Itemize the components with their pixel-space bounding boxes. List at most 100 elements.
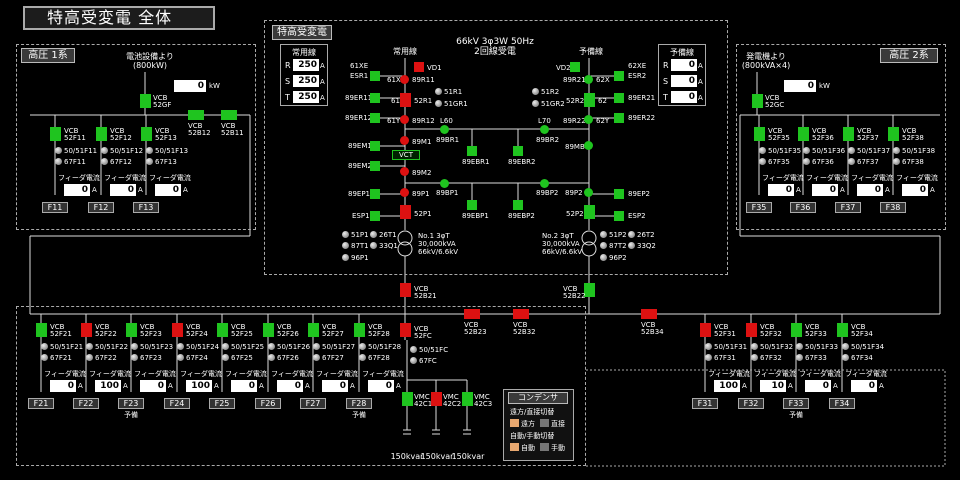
page-title: 特高受変電 全体 (23, 6, 215, 30)
vcb-52f22[interactable] (81, 323, 92, 337)
89er11-switch[interactable] (370, 93, 380, 103)
feeder-button-f34[interactable]: F34 (829, 398, 855, 409)
vcb-52f12[interactable] (96, 127, 107, 141)
feeder-button-f36[interactable]: F36 (790, 202, 816, 213)
89m2-switch[interactable] (400, 167, 409, 176)
vcb-52b21[interactable] (400, 283, 411, 297)
vmc-42c2[interactable] (431, 392, 442, 406)
vcb-52f26[interactable] (263, 323, 274, 337)
feeder-button-f27[interactable]: F27 (300, 398, 326, 409)
vcb-52f28[interactable] (354, 323, 365, 337)
89er22-switch[interactable] (614, 113, 624, 123)
vcb-label-52f12: 52F12 (110, 134, 132, 142)
vcb-52b32[interactable] (513, 309, 529, 319)
89em2-switch[interactable] (370, 161, 380, 171)
89ep1-switch[interactable] (370, 189, 380, 199)
vcb-52f25[interactable] (217, 323, 228, 337)
vcb-52fc[interactable] (400, 323, 411, 337)
89mb-switch[interactable] (584, 141, 593, 150)
89r11-switch[interactable] (400, 75, 409, 84)
vcb-52f34[interactable] (837, 323, 848, 337)
89p1-switch[interactable] (400, 188, 409, 197)
feeder-button-f33[interactable]: F33 (783, 398, 809, 409)
vcb-52f13[interactable] (141, 127, 152, 141)
manual-button[interactable] (540, 443, 549, 451)
89br1-switch[interactable] (440, 125, 449, 134)
vcb-52f36[interactable] (798, 127, 809, 141)
feeder-button-f32[interactable]: F32 (738, 398, 764, 409)
vcb-52f38[interactable] (888, 127, 899, 141)
vcb-52b34[interactable] (641, 309, 657, 319)
feeder-button-f21[interactable]: F21 (28, 398, 54, 409)
feeder-button-f22[interactable]: F22 (73, 398, 99, 409)
89er21-switch[interactable] (614, 93, 624, 103)
feeder-current-f38: 0 (902, 184, 928, 196)
feeder-button-f26[interactable]: F26 (255, 398, 281, 409)
89ep2-switch[interactable] (614, 189, 624, 199)
89ebp2-switch[interactable] (513, 200, 523, 210)
89r21-switch[interactable] (584, 75, 593, 84)
89r12-switch[interactable] (400, 115, 409, 124)
vcb-label-52f31: 52F31 (714, 330, 736, 338)
52r2-breaker[interactable] (584, 93, 595, 107)
vcb-52f27[interactable] (308, 323, 319, 337)
vcb-52gc[interactable] (752, 94, 763, 108)
vcb-52f24[interactable] (172, 323, 183, 337)
89p2-switch[interactable] (584, 188, 593, 197)
vcb-52b22[interactable] (584, 283, 595, 297)
relay-50-51f26: 50/51F26 (277, 343, 311, 351)
relay-50-51f23: 50/51F23 (140, 343, 174, 351)
89m1-switch[interactable] (400, 136, 409, 145)
52p1-breaker[interactable] (400, 205, 411, 219)
89er12-switch[interactable] (370, 113, 380, 123)
vcb-52f11[interactable] (50, 127, 61, 141)
vd1-indicator (414, 62, 424, 72)
89br2-switch[interactable] (540, 125, 549, 134)
feeder-button-f23[interactable]: F23 (118, 398, 144, 409)
feeder-button-f37[interactable]: F37 (835, 202, 861, 213)
remote-button[interactable] (510, 419, 519, 427)
feeder-button-f13[interactable]: F13 (133, 202, 159, 213)
89bp2-switch[interactable] (540, 179, 549, 188)
esp2-switch[interactable] (614, 211, 624, 221)
feeder-button-f38[interactable]: F38 (880, 202, 906, 213)
52r1-breaker[interactable] (400, 93, 411, 107)
relay-50-51f32: 50/51F32 (760, 343, 794, 351)
vcb-52f31[interactable] (700, 323, 711, 337)
direct-button[interactable] (540, 419, 549, 427)
battery-label: 電池設備より (126, 52, 174, 61)
vcb-52f35[interactable] (754, 127, 765, 141)
esr1-switch[interactable] (370, 71, 380, 81)
89ebr2-switch[interactable] (513, 146, 523, 156)
feeder-button-f11[interactable]: F11 (42, 202, 68, 213)
vcb-52b12[interactable] (188, 110, 204, 120)
feeder-button-f25[interactable]: F25 (209, 398, 235, 409)
auto-button[interactable] (510, 443, 519, 451)
vcb-52b11[interactable] (221, 110, 237, 120)
vcb-52f21[interactable] (36, 323, 47, 337)
vcb-52f23[interactable] (126, 323, 137, 337)
89ebp1-switch[interactable] (467, 200, 477, 210)
89bp1-switch[interactable] (440, 179, 449, 188)
vmc-42c3[interactable] (462, 392, 473, 406)
feeder-button-f12[interactable]: F12 (88, 202, 114, 213)
esr2-switch[interactable] (614, 71, 624, 81)
relay-50-51f27: 50/51F27 (322, 343, 356, 351)
vcb-52f33[interactable] (791, 323, 802, 337)
feeder-button-f28[interactable]: F28 (346, 398, 372, 409)
vmc-42c1[interactable] (402, 392, 413, 406)
relay-50-51f35: 50/51F35 (768, 147, 802, 155)
vcb-52gf[interactable] (140, 94, 151, 108)
52p2-breaker[interactable] (584, 205, 595, 219)
89r22-switch[interactable] (584, 115, 593, 124)
vcb-52f32[interactable] (746, 323, 757, 337)
vcb-52f37[interactable] (843, 127, 854, 141)
89ebr1-switch[interactable] (467, 146, 477, 156)
feeder-button-f35[interactable]: F35 (746, 202, 772, 213)
feeder-button-f24[interactable]: F24 (164, 398, 190, 409)
feeder-button-f31[interactable]: F31 (692, 398, 718, 409)
89em1-switch[interactable] (370, 141, 380, 151)
vcb-52b23[interactable] (464, 309, 480, 319)
feeder-current-f28: 0 (368, 380, 394, 392)
esp1-switch[interactable] (370, 211, 380, 221)
